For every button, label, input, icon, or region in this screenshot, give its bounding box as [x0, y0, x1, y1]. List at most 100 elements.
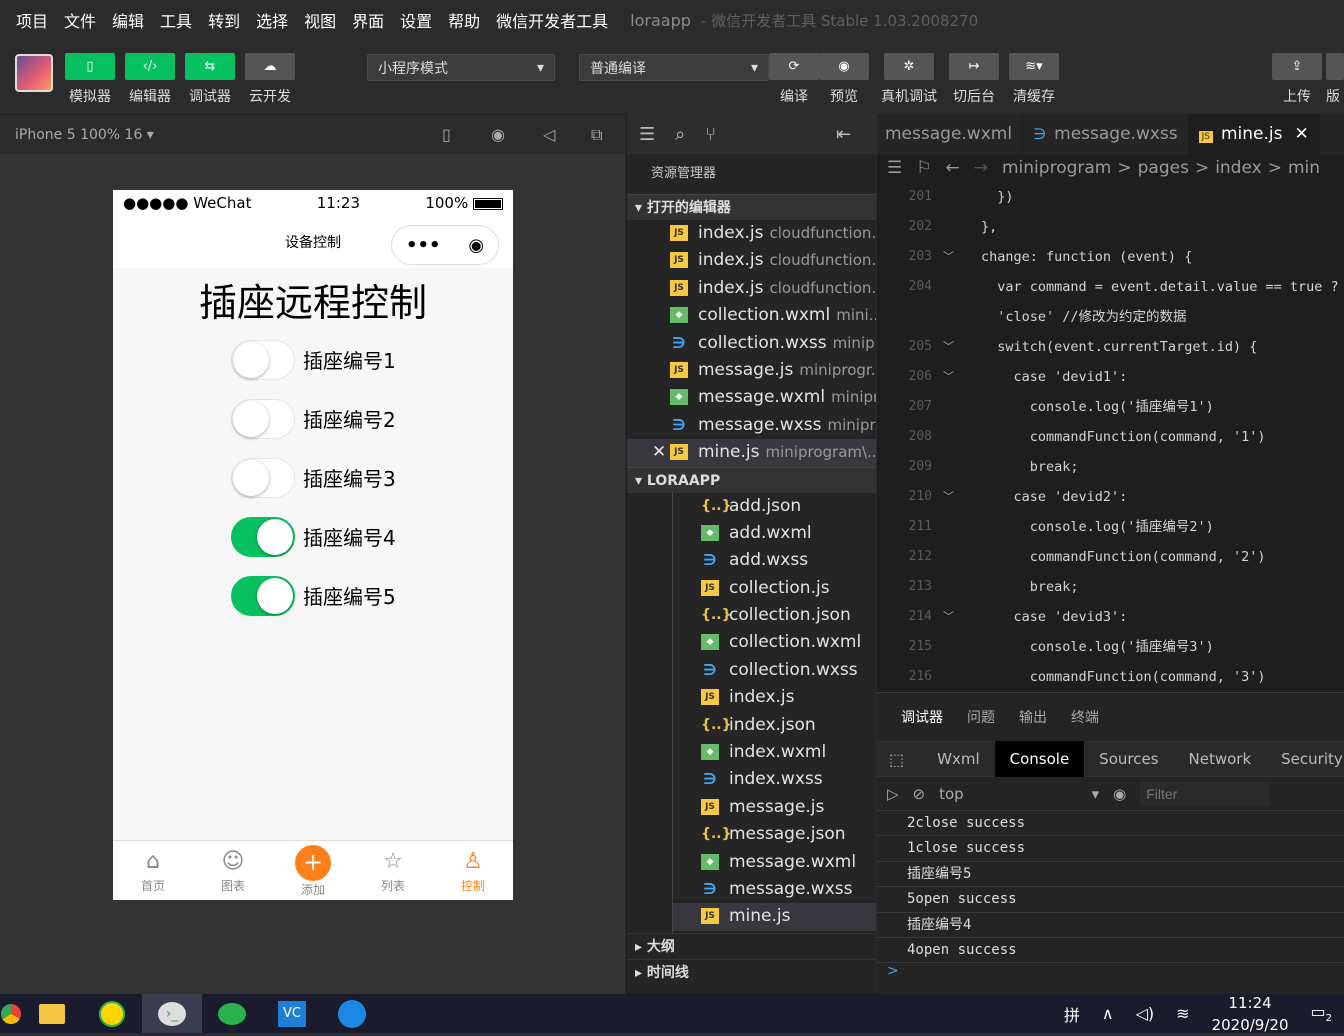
- open-editor-item[interactable]: ∋ message.wxss minipr...: [627, 412, 876, 439]
- open-editor-item[interactable]: JS index.js cloudfunction...: [627, 247, 876, 274]
- menu-item[interactable]: 转到: [208, 8, 240, 32]
- menu-item[interactable]: 文件: [64, 8, 96, 32]
- file-tree-item[interactable]: ◆ collection.wxml: [673, 629, 876, 656]
- avatar[interactable]: [15, 54, 53, 92]
- tab-list[interactable]: ☆ 列表: [353, 841, 433, 900]
- bookmark-icon[interactable]: ⚐: [916, 158, 931, 178]
- clock[interactable]: 11:24 2020/9/20: [1212, 992, 1289, 1036]
- context-select[interactable]: top ▾: [939, 785, 1099, 803]
- list-icon[interactable]: ☰: [887, 158, 902, 178]
- fold-chevron-icon[interactable]: ﹀: [943, 602, 954, 632]
- device-select[interactable]: iPhone 5 100% 16 ▾: [15, 127, 154, 143]
- file-tree-item[interactable]: {..}collection.json: [673, 602, 876, 629]
- app-icon[interactable]: [82, 994, 142, 1033]
- file-tree-item[interactable]: JS index.js: [673, 684, 876, 711]
- file-tree-item[interactable]: {..}add.json: [673, 493, 876, 520]
- breadcrumb-item[interactable]: pages: [1138, 158, 1189, 178]
- project-section[interactable]: ▾ LORAAPP: [627, 466, 876, 493]
- debugger-tab[interactable]: 调试器: [901, 707, 943, 727]
- vscode-icon[interactable]: VC: [262, 994, 322, 1033]
- file-tree-item[interactable]: JS message.js: [673, 794, 876, 821]
- toggle-switch[interactable]: [231, 339, 295, 380]
- file-tree-item[interactable]: ∋ collection.wxss: [673, 657, 876, 684]
- toggle-switch[interactable]: [231, 575, 295, 616]
- open-editor-item[interactable]: JS index.js cloudfunction...: [627, 220, 876, 247]
- file-tree-item[interactable]: JS collection.js: [673, 575, 876, 602]
- simulator-button[interactable]: ▯ 模拟器: [60, 53, 120, 106]
- real-debug-button[interactable]: ✲ 真机调试: [876, 53, 942, 106]
- branch-icon[interactable]: ⑂: [705, 124, 716, 145]
- clear-icon[interactable]: ⊘: [913, 785, 926, 803]
- close-icon[interactable]: ✕: [1295, 124, 1309, 144]
- file-tree-item[interactable]: ◆ add.wxml: [673, 520, 876, 547]
- file-tree-item[interactable]: JS mine.js: [673, 903, 876, 931]
- file-tree-item[interactable]: {..}message.json: [673, 821, 876, 848]
- mode-select[interactable]: 小程序模式 ▾: [367, 54, 555, 81]
- devtools-tab[interactable]: Security: [1266, 741, 1344, 777]
- open-editor-item[interactable]: ✕ JS mine.js miniprogram\...: [627, 439, 876, 467]
- debugger-button[interactable]: ⇆ 调试器: [180, 53, 240, 106]
- menu-item[interactable]: 帮助: [448, 8, 480, 32]
- tab-chart[interactable]: ☺ 图表: [193, 841, 273, 900]
- open-editor-item[interactable]: JS message.js miniprogr...: [627, 357, 876, 384]
- ime-indicator[interactable]: 拼: [1064, 1002, 1080, 1026]
- breadcrumb-item[interactable]: min: [1288, 158, 1320, 178]
- collapse-icon[interactable]: ⇤: [836, 124, 851, 145]
- file-tree-item[interactable]: {..}index.json: [673, 712, 876, 739]
- popout-icon[interactable]: ⧉: [591, 125, 602, 145]
- devtools-tab[interactable]: Network: [1174, 741, 1267, 777]
- file-tree-item[interactable]: ◆ index.wxml: [673, 739, 876, 766]
- file-tree-item[interactable]: ∋ add.wxss: [673, 547, 876, 574]
- toggle-switch[interactable]: [231, 398, 295, 439]
- search-icon[interactable]: ⌕: [675, 124, 685, 145]
- timeline-section[interactable]: ▸ 时间线: [627, 958, 876, 985]
- chevron-up-icon[interactable]: ∧: [1102, 1004, 1114, 1023]
- compile-select[interactable]: 普通编译 ▾: [579, 54, 769, 81]
- volume-icon[interactable]: ◁: [543, 125, 555, 144]
- list-icon[interactable]: ☰: [639, 124, 655, 145]
- close-circle-icon[interactable]: ◉: [468, 235, 484, 256]
- open-editors-section[interactable]: ▾ 打开的编辑器: [627, 194, 876, 220]
- file-tree-item[interactable]: ∋ message.wxss: [673, 876, 876, 903]
- tab-home[interactable]: ⌂ 首页: [113, 841, 193, 900]
- toggle-switch[interactable]: [231, 457, 295, 498]
- open-editor-item[interactable]: JS index.js cloudfunction...: [627, 275, 876, 302]
- eye-icon[interactable]: ◉: [1113, 785, 1126, 803]
- menu-item[interactable]: 设置: [400, 8, 432, 32]
- menu-item[interactable]: 界面: [352, 8, 384, 32]
- open-editor-item[interactable]: ◆ collection.wxml mini...: [627, 302, 876, 329]
- toggle-switch[interactable]: [231, 516, 295, 557]
- folder-icon[interactable]: [22, 994, 82, 1033]
- open-editor-item[interactable]: ∋ collection.wxss minip...: [627, 330, 876, 357]
- cloud-button[interactable]: ☁ 云开发: [240, 53, 300, 106]
- console-prompt[interactable]: >: [877, 963, 1344, 979]
- devtools-tab[interactable]: Sources: [1084, 741, 1173, 777]
- debugger-tab[interactable]: 输出: [1019, 707, 1047, 727]
- inspect-icon[interactable]: ⬚: [877, 750, 922, 769]
- wechat-icon[interactable]: [202, 994, 262, 1033]
- outline-section[interactable]: ▸ 大纲: [627, 932, 876, 959]
- wifi-icon[interactable]: ≋: [1176, 1004, 1189, 1023]
- tab-message-wxml[interactable]: message.wxml: [877, 114, 1024, 154]
- breadcrumb-item[interactable]: miniprogram: [1002, 158, 1111, 178]
- clear-cache-button[interactable]: ≋▾ 清缓存: [1004, 53, 1064, 106]
- fold-chevron-icon[interactable]: ﹀: [943, 362, 954, 392]
- devtools-tab[interactable]: Console: [994, 741, 1085, 777]
- fold-chevron-icon[interactable]: ﹀: [943, 482, 954, 512]
- upload-button[interactable]: ⇪ 上传: [1267, 53, 1327, 106]
- chrome-icon[interactable]: [0, 994, 22, 1033]
- sidebar-icon[interactable]: ▷: [887, 785, 899, 803]
- tab-message-wxss[interactable]: ∋ message.wxss: [1023, 114, 1189, 154]
- phone-icon[interactable]: ▯: [442, 125, 451, 144]
- menu-item[interactable]: 工具: [160, 8, 192, 32]
- menu-item[interactable]: 微信开发者工具: [496, 8, 608, 32]
- wechat-devtools-icon[interactable]: ›_: [142, 994, 202, 1033]
- speaker-icon[interactable]: ◁): [1136, 1004, 1155, 1023]
- file-tree-item[interactable]: ◆ message.wxml: [673, 849, 876, 876]
- file-tree-item[interactable]: ∋ index.wxss: [673, 766, 876, 793]
- debugger-tab[interactable]: 问题: [967, 707, 995, 727]
- fold-chevron-icon[interactable]: ﹀: [943, 332, 954, 362]
- editor-button[interactable]: ‹/› 编辑器: [120, 53, 180, 106]
- close-icon[interactable]: ✕: [652, 439, 666, 466]
- background-button[interactable]: ↦ 切后台: [944, 53, 1004, 106]
